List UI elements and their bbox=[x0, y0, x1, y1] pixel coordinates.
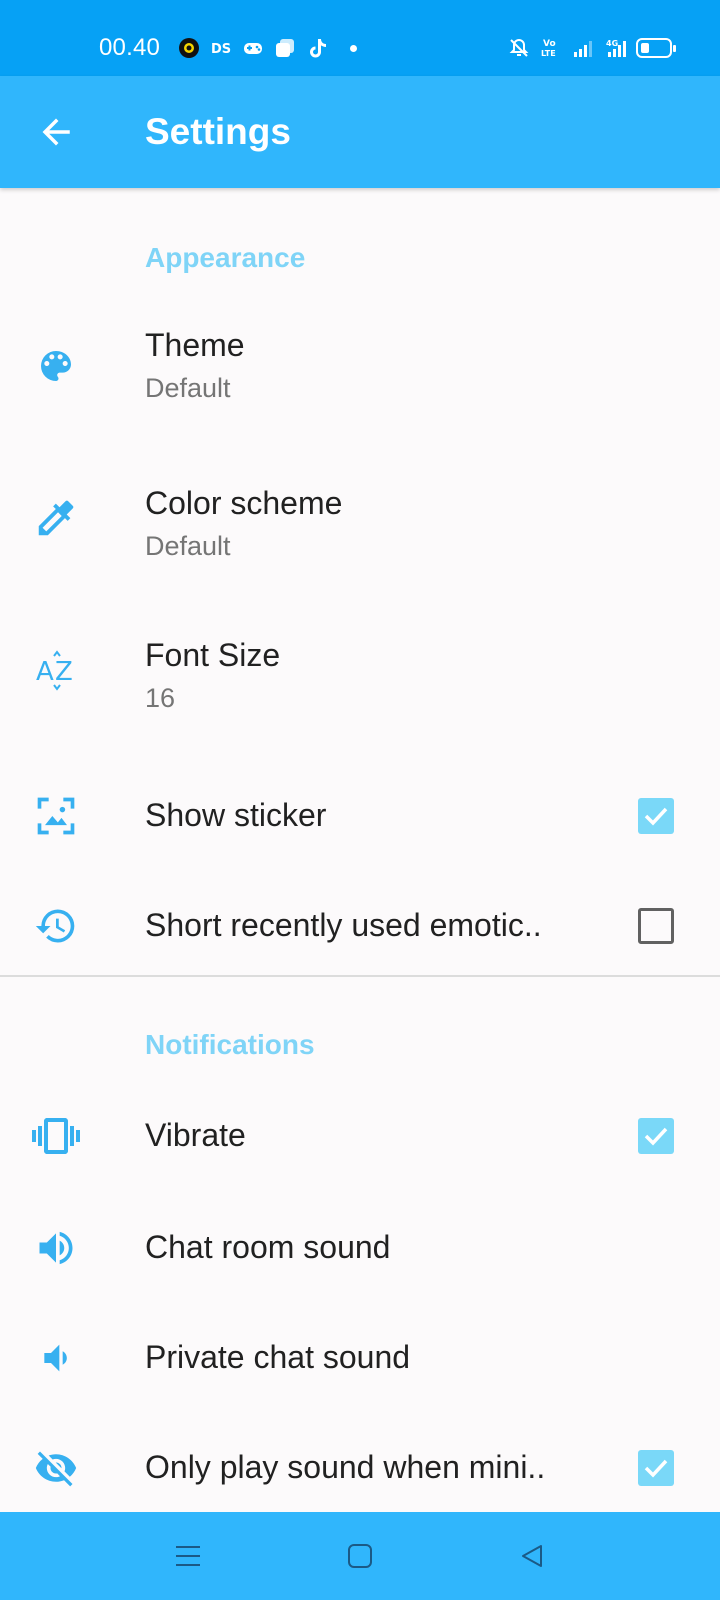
setting-show-sticker[interactable]: Show sticker bbox=[0, 766, 720, 866]
setting-title: Color scheme bbox=[145, 485, 343, 521]
svg-text:Vo: Vo bbox=[543, 39, 556, 49]
ds-app-icon: DS bbox=[210, 37, 232, 59]
vibrate-checkbox[interactable] bbox=[638, 1118, 674, 1154]
app-circle-icon bbox=[178, 37, 200, 59]
recents-button[interactable] bbox=[164, 1532, 212, 1580]
back-button[interactable] bbox=[30, 106, 82, 158]
setting-value: Default bbox=[145, 531, 231, 561]
show-sticker-checkbox[interactable] bbox=[638, 798, 674, 834]
setting-title: Font Size bbox=[145, 637, 281, 673]
setting-short-recent-emoticons[interactable]: Short recently used emotic.. bbox=[0, 876, 720, 976]
status-bar: 00.40 DS Vo LTE 4G bbox=[0, 0, 720, 76]
setting-value: 16 bbox=[145, 683, 176, 713]
menu-icon bbox=[176, 1546, 200, 1566]
setting-title: Chat room sound bbox=[145, 1229, 391, 1265]
setting-only-play-sound[interactable]: Only play sound when mini.. bbox=[0, 1418, 720, 1518]
volume-down-icon bbox=[32, 1334, 80, 1382]
section-header-notifications: Notifications bbox=[145, 1029, 315, 1060]
volume-up-icon bbox=[32, 1224, 80, 1272]
setting-title: Short recently used emotic.. bbox=[145, 907, 542, 943]
back-triangle-icon bbox=[522, 1545, 542, 1567]
svg-text:LTE: LTE bbox=[541, 49, 556, 58]
home-square-icon bbox=[348, 1544, 372, 1568]
image-frame-icon bbox=[32, 792, 80, 840]
section-divider bbox=[0, 975, 720, 977]
setting-vibrate[interactable]: Vibrate bbox=[0, 1086, 720, 1186]
font-size-icon: A Z bbox=[32, 646, 80, 694]
dot-icon bbox=[350, 44, 357, 52]
status-notification-icons: DS bbox=[178, 34, 357, 62]
mute-bell-icon bbox=[508, 37, 530, 59]
eye-off-icon bbox=[32, 1444, 80, 1492]
svg-text:4G: 4G bbox=[606, 39, 618, 48]
vibrate-icon bbox=[32, 1112, 80, 1160]
svg-text:A: A bbox=[36, 657, 54, 687]
gamepad-icon bbox=[242, 37, 264, 59]
short-recent-checkbox[interactable] bbox=[638, 908, 674, 944]
home-button[interactable] bbox=[336, 1532, 384, 1580]
arrow-back-icon bbox=[42, 118, 70, 146]
section-header-appearance: Appearance bbox=[145, 242, 306, 273]
setting-value: Default bbox=[145, 373, 231, 403]
setting-title: Show sticker bbox=[145, 797, 327, 833]
system-back-button[interactable] bbox=[508, 1532, 556, 1580]
page-title: Settings bbox=[145, 111, 291, 152]
svg-text:Z: Z bbox=[55, 657, 73, 687]
setting-private-chat-sound[interactable]: Private chat sound bbox=[0, 1308, 720, 1408]
eyedropper-icon bbox=[32, 494, 80, 542]
signal-icon bbox=[572, 37, 594, 59]
setting-title: Private chat sound bbox=[145, 1339, 411, 1375]
status-time: 00.40 bbox=[99, 34, 161, 61]
palette-icon bbox=[32, 342, 80, 390]
system-nav-bar bbox=[0, 1512, 720, 1600]
status-system-icons: Vo LTE 4G bbox=[508, 34, 676, 62]
only-play-sound-checkbox[interactable] bbox=[638, 1450, 674, 1486]
setting-title: Only play sound when mini.. bbox=[145, 1449, 546, 1485]
app-bar: Settings bbox=[0, 76, 720, 188]
setting-title: Theme bbox=[145, 327, 245, 363]
setting-chat-room-sound[interactable]: Chat room sound bbox=[0, 1198, 720, 1298]
volte-icon: Vo LTE bbox=[540, 37, 562, 59]
signal-4g-icon: 4G bbox=[604, 37, 626, 59]
setting-color-scheme[interactable]: Color scheme Default bbox=[0, 462, 720, 592]
setting-theme[interactable]: Theme Default bbox=[0, 310, 720, 440]
tiktok-icon bbox=[306, 37, 328, 59]
svg-text:DS: DS bbox=[211, 42, 231, 57]
setting-title: Vibrate bbox=[145, 1117, 246, 1153]
battery-icon bbox=[636, 38, 676, 58]
gallery-icon bbox=[274, 37, 296, 59]
history-icon bbox=[32, 902, 80, 950]
setting-font-size[interactable]: A Z Font Size 16 bbox=[0, 614, 720, 744]
